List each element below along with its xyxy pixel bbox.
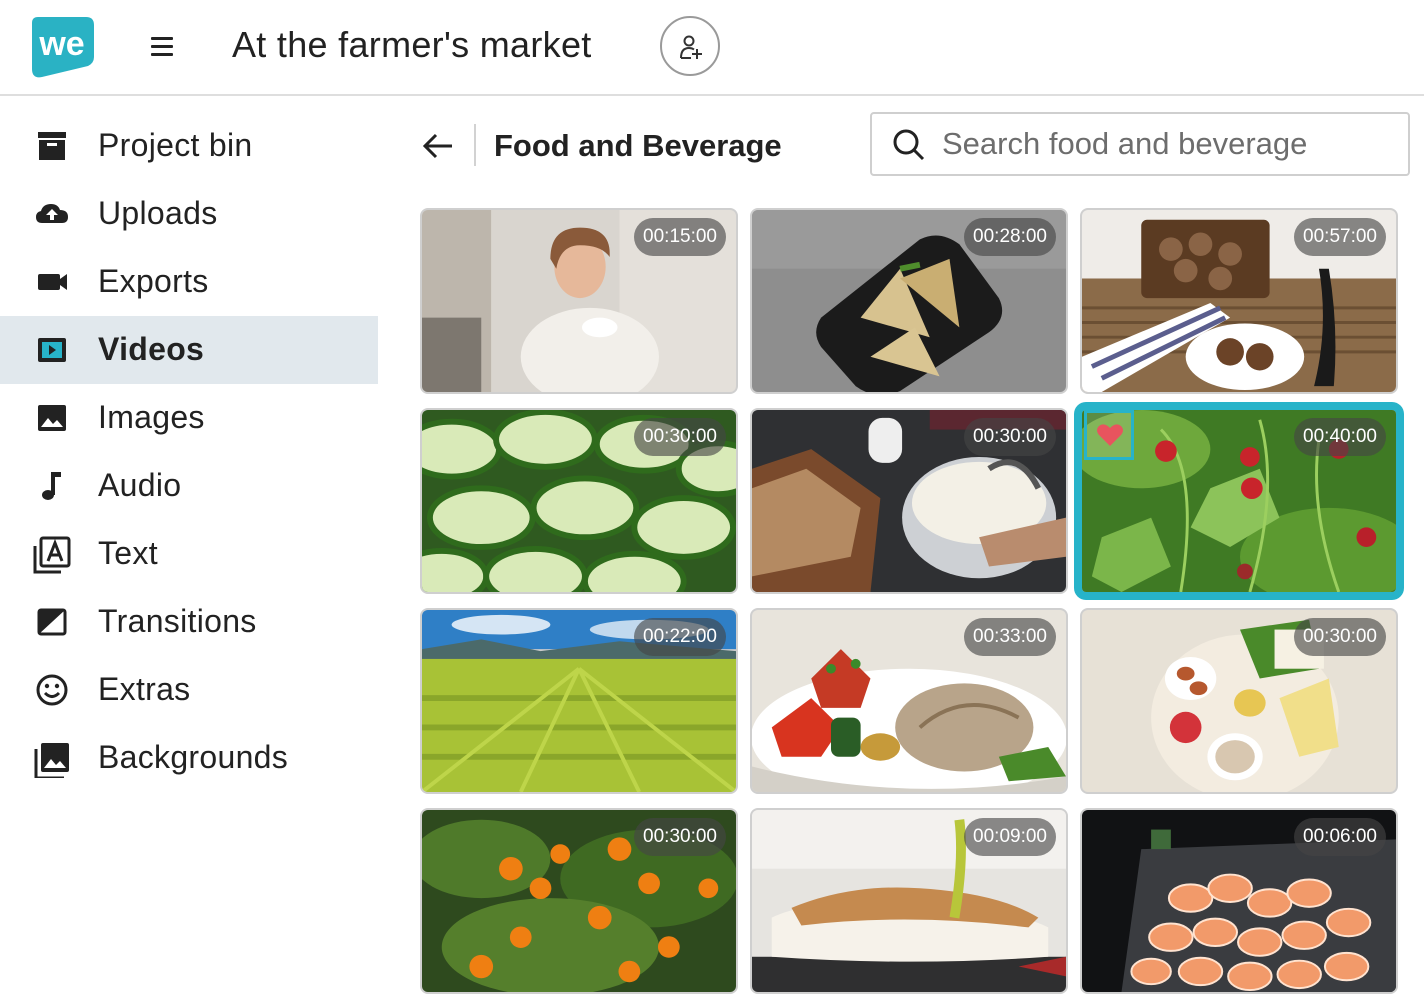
video-thumbnail-green-field[interactable]: 00:22:00 <box>420 608 738 794</box>
video-thumbnail-orange-tree[interactable]: 00:30:00 <box>420 808 738 994</box>
archive-icon <box>38 132 66 160</box>
we-logo[interactable]: we <box>28 13 96 79</box>
duration-badge: 00:30:00 <box>634 418 726 456</box>
video-thumbnail-cottage-cheese[interactable]: 00:30:00 <box>750 408 1068 594</box>
duration-badge: 00:09:00 <box>964 818 1056 856</box>
video-thumbnail-fish-vegetables[interactable]: 00:33:00 <box>750 608 1068 794</box>
video-camera-icon <box>38 274 67 290</box>
header-divider <box>474 124 476 166</box>
sidebar-item-backgrounds[interactable]: Backgrounds <box>0 724 378 792</box>
video-thumbnail-shrimp[interactable]: 00:06:00 <box>1080 808 1398 994</box>
sidebar-item-label: Text <box>98 535 158 571</box>
sidebar-item-uploads[interactable]: Uploads <box>0 180 378 248</box>
duration-badge: 00:06:00 <box>1294 818 1386 856</box>
smiley-icon <box>36 674 68 706</box>
sidebar-item-audio[interactable]: Audio <box>0 452 378 520</box>
sidebar-item-label: Transitions <box>98 603 257 639</box>
sidebar-item-label: Videos <box>98 331 205 367</box>
search-input[interactable] <box>942 124 1397 164</box>
duration-badge: 00:28:00 <box>964 218 1056 256</box>
sidebar-item-images[interactable]: Images <box>0 384 378 452</box>
text-icon <box>33 536 71 574</box>
arrow-left-icon <box>422 133 452 159</box>
sidebar-item-videos[interactable]: Videos <box>0 316 378 384</box>
sidebar-item-label: Audio <box>98 467 182 503</box>
transition-icon <box>37 608 67 636</box>
video-thumbnail-wild-strawberries[interactable]: 00:40:00 <box>1078 406 1400 596</box>
sidebar-item-label: Backgrounds <box>98 739 289 775</box>
sidebar-item-project-bin[interactable]: Project bin <box>0 112 378 180</box>
music-note-icon <box>42 472 61 500</box>
duration-badge: 00:22:00 <box>634 618 726 656</box>
project-title[interactable]: At the farmer's market <box>232 24 592 66</box>
backgrounds-icon <box>34 743 69 778</box>
video-thumbnail-walnuts[interactable]: 00:57:00 <box>1080 208 1398 394</box>
sidebar: Project bin Uploads Exports Videos Image… <box>0 96 378 1002</box>
sidebar-item-label: Project bin <box>98 127 253 163</box>
heart-icon <box>1097 424 1123 446</box>
sidebar-item-label: Images <box>98 399 205 435</box>
duration-badge: 00:57:00 <box>1294 218 1386 256</box>
add-person-icon <box>680 35 702 59</box>
image-icon <box>38 405 66 431</box>
cloud-upload-icon <box>36 204 68 223</box>
sidebar-item-exports[interactable]: Exports <box>0 248 378 316</box>
sidebar-item-label: Extras <box>98 671 191 707</box>
top-bar: we At the farmer's market <box>0 0 1424 96</box>
search-box[interactable] <box>870 112 1410 176</box>
sidebar-item-label: Exports <box>98 263 209 299</box>
favorite-badge[interactable] <box>1084 410 1134 460</box>
duration-badge: 00:33:00 <box>964 618 1056 656</box>
video-thumbnail-eggs-cheese[interactable]: 00:30:00 <box>1080 608 1398 794</box>
sidebar-item-extras[interactable]: Extras <box>0 656 378 724</box>
sidebar-item-text[interactable]: Text <box>0 520 378 588</box>
logo-text: we <box>38 25 84 63</box>
duration-badge: 00:30:00 <box>1294 618 1386 656</box>
video-thumbnail-cucumbers[interactable]: 00:30:00 <box>420 408 738 594</box>
video-thumbnail-sandwiches[interactable]: 00:28:00 <box>750 208 1068 394</box>
play-video-icon <box>38 338 66 362</box>
video-thumbnail-woman-eating[interactable]: 00:15:00 <box>420 208 738 394</box>
search-icon <box>893 129 925 161</box>
back-button[interactable] <box>414 124 462 168</box>
video-thumbnail-sushi[interactable]: 00:09:00 <box>750 808 1068 994</box>
duration-badge: 00:15:00 <box>634 218 726 256</box>
duration-badge: 00:30:00 <box>964 418 1056 456</box>
sidebar-item-label: Uploads <box>98 195 218 231</box>
sidebar-item-transitions[interactable]: Transitions <box>0 588 378 656</box>
hamburger-menu-icon[interactable] <box>140 28 184 66</box>
add-collaborator-button[interactable] <box>660 16 720 76</box>
duration-badge: 00:30:00 <box>634 818 726 856</box>
duration-badge: 00:40:00 <box>1294 418 1386 456</box>
category-title: Food and Beverage <box>494 128 782 163</box>
